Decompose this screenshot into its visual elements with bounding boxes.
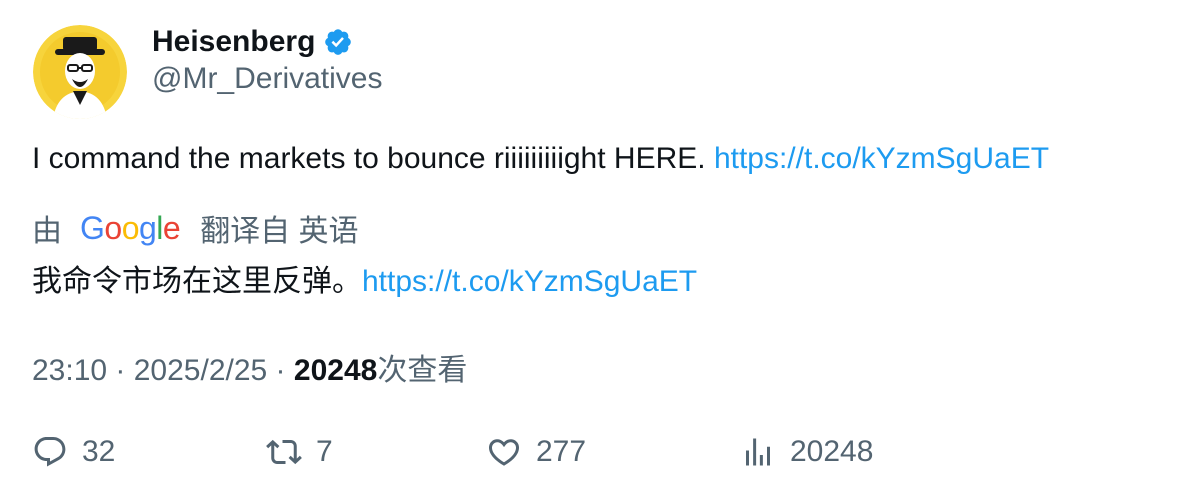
tweet-link[interactable]: https://t.co/kYzmSgUaET [714,142,1049,175]
translated-by-label: 由 [32,215,62,248]
like-button[interactable]: 277 [486,430,586,474]
retweet-button[interactable]: 7 [266,430,333,474]
tweet-date[interactable]: 2025/2/25 [134,354,267,387]
views-button[interactable]: 20248 [740,430,873,474]
translated-body: 我命令市场在这里反弹。 [32,265,362,298]
translated-link[interactable]: https://t.co/kYzmSgUaET [362,265,697,298]
meta-separator: · [267,354,294,387]
display-name[interactable]: Heisenberg [152,25,315,59]
google-letter: e [162,209,181,246]
translated-from-label[interactable]: 翻译自 英语 [200,206,358,250]
reply-button[interactable]: 32 [32,430,115,474]
tweet-body: I command the markets to bounce riiiiiii… [32,142,714,175]
avatar[interactable] [33,25,127,119]
tweet-meta: 23:10 · 2025/2/25 · 20248次查看 [32,345,467,389]
google-logo: Google [80,209,181,247]
user-handle[interactable]: @Mr_Derivatives [152,62,383,96]
tweet-time[interactable]: 23:10 [32,354,107,387]
retweet-count: 7 [316,435,333,468]
reply-icon [34,437,66,467]
avatar-image [33,25,127,119]
translated-text: 我命令市场在这里反弹。https://t.co/kYzmSgUaET [32,256,697,300]
reply-count: 32 [82,435,116,468]
tweet-text: I command the markets to bounce riiiiiii… [32,142,1049,176]
verified-badge-icon [323,27,353,57]
translation-attribution: 由 Google 翻译自 英语 [32,206,359,250]
google-letter: o [121,209,140,246]
analytics-icon [746,438,770,466]
author-name-row[interactable]: Heisenberg [152,22,353,62]
views-label: 次查看 [377,354,468,387]
view-count: 20248 [293,354,378,387]
views-count: 20248 [790,435,874,468]
google-letter: l [156,209,163,246]
heart-icon [488,439,520,466]
google-letter: G [80,209,105,246]
google-letter: o [104,209,122,246]
google-letter: g [138,209,157,246]
like-count: 277 [536,435,587,468]
retweet-icon [266,439,302,465]
meta-separator: · [107,354,134,387]
